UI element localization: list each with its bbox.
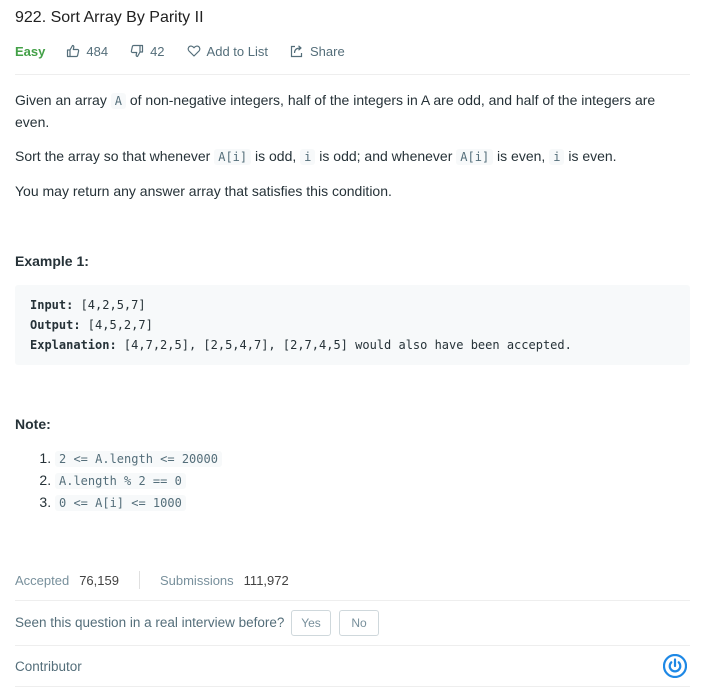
inline-code: A[i]	[456, 149, 494, 165]
dislike-button[interactable]: 42	[130, 43, 165, 59]
submissions-label: Submissions	[159, 572, 234, 588]
difficulty-badge: Easy	[15, 43, 46, 59]
contributor-label: Contributor	[15, 659, 82, 674]
problem-title: 922. Sort Array By Parity II	[15, 9, 204, 26]
add-to-list-button[interactable]: Add to List	[187, 44, 268, 59]
share-icon	[290, 45, 303, 58]
example-output-line: Output: [4,5,2,7]	[30, 318, 153, 332]
accepted-value: 76,159	[79, 572, 119, 588]
submission-stats: Accepted 76,159 Submissions 111,972	[15, 571, 289, 589]
thumbs-up-icon	[67, 44, 80, 58]
dislike-count: 42	[150, 43, 165, 59]
stats-separator	[138, 571, 140, 589]
example-explanation-line: Explanation: [4,7,2,5], [2,5,4,7], [2,7,…	[30, 338, 572, 352]
interview-yes-button[interactable]: Yes	[291, 610, 331, 636]
note-item: 0 <= A[i] <= 1000	[55, 492, 222, 514]
example-input-line: Input: [4,2,5,7]	[30, 298, 146, 312]
thumbs-down-icon	[130, 44, 144, 58]
interview-question: Seen this question in a real interview b…	[15, 615, 285, 630]
description-paragraph-1: Given an array A of non-negative integer…	[15, 92, 656, 130]
add-to-list-label: Add to List	[206, 43, 268, 59]
example-heading: Example 1:	[15, 253, 89, 269]
description-paragraph-3: You may return any answer array that sat…	[15, 183, 392, 199]
like-button[interactable]: 484	[66, 44, 108, 59]
description-paragraph-2: Sort the array so that whenever A[i] is …	[15, 148, 617, 165]
note-item: 2 <= A.length <= 20000	[55, 448, 222, 470]
note-heading: Note:	[15, 416, 51, 432]
divider	[15, 600, 690, 601]
divider	[15, 686, 690, 687]
problem-meta-bar: Easy 484 42 Add to List Share	[15, 42, 367, 60]
share-button[interactable]: Share	[290, 44, 345, 59]
power-icon[interactable]	[663, 654, 687, 678]
like-count: 484	[86, 43, 109, 59]
share-label: Share	[309, 43, 345, 59]
inline-code: i	[300, 149, 316, 165]
inline-code: A[i]	[214, 149, 252, 165]
divider	[15, 74, 690, 75]
divider	[15, 645, 690, 646]
heart-icon	[187, 45, 200, 57]
example-code-block: Input: [4,2,5,7] Output: [4,5,2,7] Expla…	[15, 285, 690, 365]
submissions-value: 111,972	[243, 572, 289, 588]
inline-code: i	[549, 149, 565, 165]
interview-no-button[interactable]: No	[339, 610, 379, 636]
accepted-label: Accepted	[15, 572, 70, 588]
note-item: A.length % 2 == 0	[55, 470, 222, 492]
inline-code: A	[110, 93, 126, 109]
note-list: 2 <= A.length <= 20000 A.length % 2 == 0…	[15, 448, 222, 514]
